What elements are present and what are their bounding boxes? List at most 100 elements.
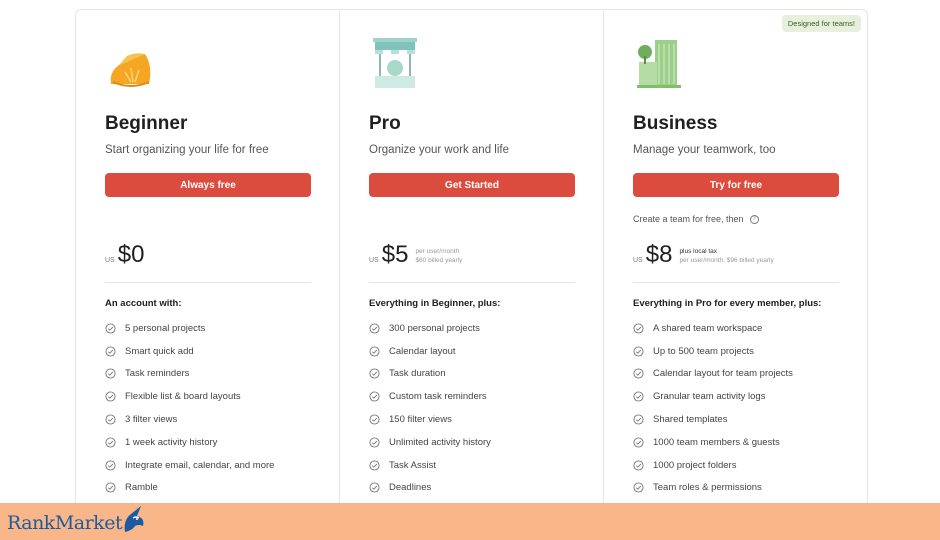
- feature-item: Integrate email, calendar, and more: [105, 454, 274, 477]
- plan-name: Business: [633, 113, 718, 134]
- check-circle-icon: [633, 323, 644, 334]
- billing-note: $60 billed yearly: [415, 257, 463, 264]
- check-circle-icon: [369, 346, 380, 357]
- currency-label: US: [105, 257, 115, 264]
- feature-list: 300 personal projects Calendar layout Task…: [369, 317, 491, 522]
- feature-item: Deadlines: [369, 477, 491, 500]
- feature-label: Smart quick add: [125, 345, 194, 357]
- plan-tagline: Organize your work and life: [369, 144, 509, 156]
- pricing-table: Beginner Start organizing your life for …: [75, 9, 868, 527]
- feature-label: 1000 team members & guests: [653, 436, 780, 448]
- feature-label: Integrate email, calendar, and more: [125, 459, 275, 471]
- feature-item: 1000 team members & guests: [633, 431, 793, 454]
- brand[interactable]: RankMarket: [7, 506, 149, 534]
- check-circle-icon: [105, 391, 116, 402]
- feature-item: Shared templates: [633, 408, 793, 431]
- orange-slice-icon: [110, 53, 151, 87]
- feature-label: Ramble: [125, 482, 158, 494]
- check-circle-icon: [633, 460, 644, 471]
- price: $8: [645, 241, 673, 268]
- feature-item: 5 personal projects: [105, 317, 274, 340]
- feature-label: A shared team workspace: [653, 322, 763, 334]
- feature-item: Task reminders: [105, 363, 274, 386]
- market-stall-icon: [373, 38, 417, 88]
- feature-item: Ramble: [105, 477, 274, 500]
- team-note: Create a team for free, then ?: [633, 214, 759, 224]
- feature-item: Up to 500 team projects: [633, 340, 793, 363]
- feature-label: Task reminders: [125, 368, 190, 380]
- team-note-text: Create a team for free, then: [633, 214, 744, 224]
- check-circle-icon: [369, 414, 380, 425]
- check-circle-icon: [105, 323, 116, 334]
- feature-item: Team roles & permissions: [633, 477, 793, 500]
- price: $5: [381, 241, 409, 268]
- always-free-button[interactable]: Always free: [105, 173, 311, 197]
- feature-item: A shared team workspace: [633, 317, 793, 340]
- feature-label: Calendar layout: [389, 345, 456, 357]
- currency-label: US: [369, 257, 379, 264]
- designed-for-teams-badge: Designed for teams!: [781, 15, 861, 32]
- price-note: per user/month: [415, 248, 460, 255]
- price-meta: per user/month $60 billed yearly: [415, 247, 462, 265]
- check-circle-icon: [633, 482, 644, 494]
- price-meta: plus local tax per user/month, $96 bille…: [679, 247, 773, 265]
- check-circle-icon: [105, 368, 116, 380]
- footer-banner: RankMarket: [0, 503, 940, 540]
- check-circle-icon: [105, 482, 116, 494]
- billing-note: per user/month, $96 billed yearly: [679, 257, 774, 264]
- feature-label: Team roles & permissions: [653, 482, 762, 494]
- unicorn-logo-icon: [124, 506, 144, 532]
- help-icon[interactable]: ?: [749, 214, 759, 224]
- check-circle-icon: [369, 391, 380, 402]
- divider: [633, 282, 839, 283]
- check-circle-icon: [105, 346, 116, 357]
- feature-item: 1000 project folders: [633, 454, 793, 477]
- get-started-button[interactable]: Get Started: [369, 173, 575, 197]
- feature-label: 150 filter views: [389, 414, 452, 426]
- check-circle-icon: [105, 414, 116, 425]
- feature-item: Flexible list & board layouts: [105, 385, 274, 408]
- feature-item: 3 filter views: [105, 408, 274, 431]
- feature-label: 5 personal projects: [125, 322, 206, 334]
- features-heading: An account with:: [105, 298, 182, 309]
- feature-item: Calendar layout for team projects: [633, 363, 793, 386]
- feature-list: 5 personal projects Smart quick add Task r…: [105, 317, 274, 499]
- check-circle-icon: [105, 437, 116, 448]
- plan-pro: Pro Organize your work and life Get Star…: [340, 10, 604, 526]
- plan-tagline: Manage your teamwork, too: [633, 144, 776, 156]
- feature-list: A shared team workspace Up to 500 team pr…: [633, 317, 793, 522]
- check-circle-icon: [369, 368, 380, 380]
- price-row: US $5 per user/month $60 billed yearly: [369, 242, 462, 268]
- check-circle-icon: [633, 391, 644, 402]
- check-circle-icon: [369, 460, 380, 471]
- try-for-free-button[interactable]: Try for free: [633, 173, 839, 197]
- feature-label: Task duration: [389, 368, 446, 380]
- feature-label: Flexible list & board layouts: [125, 391, 241, 403]
- plan-name: Pro: [369, 113, 401, 134]
- check-circle-icon: [369, 323, 380, 334]
- divider: [105, 282, 311, 283]
- plan-tagline: Start organizing your life for free: [105, 144, 269, 156]
- feature-item: Calendar layout: [369, 340, 491, 363]
- plan-business: Designed for teams! Business Manage your…: [604, 10, 867, 526]
- feature-label: Unlimited activity history: [389, 436, 491, 448]
- feature-item: Granular team activity logs: [633, 385, 793, 408]
- price: $0: [117, 241, 145, 268]
- brand-name: RankMarket: [7, 512, 123, 534]
- feature-item: Smart quick add: [105, 340, 274, 363]
- feature-label: Deadlines: [389, 482, 432, 494]
- plan-beginner: Beginner Start organizing your life for …: [76, 10, 340, 526]
- check-circle-icon: [369, 437, 380, 448]
- check-circle-icon: [369, 482, 380, 494]
- office-building-icon: [637, 40, 681, 88]
- feature-label: Custom task reminders: [389, 391, 487, 403]
- feature-label: Calendar layout for team projects: [653, 368, 793, 380]
- price-row: US $8 plus local tax per user/month, $96…: [633, 242, 774, 268]
- check-circle-icon: [633, 346, 644, 357]
- feature-label: 1 week activity history: [125, 436, 218, 448]
- price-row: US $0: [105, 242, 144, 268]
- check-circle-icon: [105, 460, 116, 471]
- currency-label: US: [633, 257, 643, 264]
- check-circle-icon: [633, 414, 644, 425]
- feature-item: Custom task reminders: [369, 385, 491, 408]
